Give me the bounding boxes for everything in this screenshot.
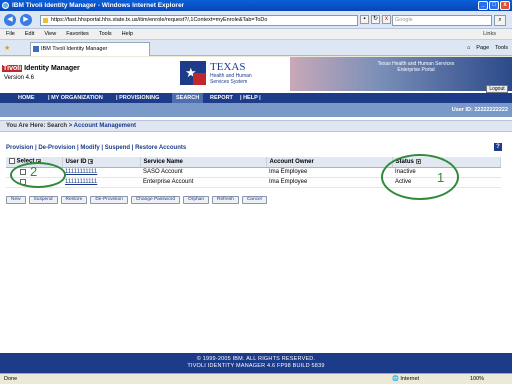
product-name: Tivoli Identity Manager [2, 65, 80, 72]
minimize-button[interactable]: _ [478, 1, 488, 10]
user-id-link[interactable]: 11111111111 [65, 169, 97, 175]
status-bar: Done 🌐 Internet 100% [0, 373, 512, 384]
window-title: IBM Tivoli Identity Manager - Windows In… [12, 2, 185, 9]
lock-icon [43, 18, 48, 23]
portal-header: Texas Health and Human Services Enterpri… [290, 57, 512, 91]
favorites-star-icon[interactable]: ★ [4, 44, 10, 52]
menu-view[interactable]: View [44, 29, 56, 39]
breadcrumb: You Are Here: Search > Account Managemen… [0, 120, 512, 132]
address-bar[interactable]: https://fast.hhsportal.hhs.state.tx.us/i… [40, 15, 358, 26]
menu-file[interactable]: File [6, 29, 15, 39]
search-icon[interactable]: ⌕ [494, 15, 506, 26]
refresh-icon[interactable]: ↻ [371, 15, 380, 24]
help-icon[interactable]: ? [494, 143, 502, 151]
banner: Tivoli Identity Manager Version 4.6 ★ TE… [0, 57, 512, 91]
tools-menu[interactable]: Tools [495, 43, 508, 53]
nav-search[interactable]: SEARCH [172, 93, 204, 103]
menu-favorites[interactable]: Favorites [66, 29, 89, 39]
account-actions[interactable]: Provision | De-Provision | Modify | Susp… [6, 145, 186, 151]
page-icon [33, 46, 39, 52]
page-menu[interactable]: Page [476, 43, 489, 53]
close-button[interactable]: x [500, 1, 510, 10]
de-provision-button[interactable]: De-Provision [90, 196, 128, 204]
user-id-bar: User ID: 22222222222 [0, 103, 512, 117]
product-title: Identity Manager [24, 65, 80, 72]
change-password-button[interactable]: Change Password [130, 196, 181, 204]
nav-my-organization[interactable]: | MY ORGANIZATION [44, 93, 107, 103]
portal-line-2: Enterprise Portal [397, 67, 435, 73]
main-nav: HOME | MY ORGANIZATION | PROVISIONING SE… [0, 85, 512, 103]
links-label[interactable]: Links [483, 29, 496, 40]
stop-icon[interactable]: x [382, 15, 391, 24]
select-all-checkbox[interactable] [9, 158, 15, 165]
product-version: Version 4.6 [4, 75, 35, 81]
tivoli-logo: Tivoli [2, 65, 23, 72]
service-name-cell: Enterprise Account [140, 177, 266, 188]
tab-title: IBM Tivoli Identity Manager [41, 46, 108, 52]
new-button[interactable]: New [6, 196, 26, 204]
nav-home[interactable]: HOME [14, 93, 39, 103]
nav-provisioning[interactable]: | PROVISIONING [112, 93, 163, 103]
annotation-number-2: 2 [30, 164, 38, 179]
restore-button[interactable]: Restore [60, 196, 88, 204]
ie-icon [2, 2, 9, 9]
zoom-level[interactable]: 100% [470, 374, 484, 384]
cancel-button[interactable]: Cancel [241, 196, 267, 204]
page-footer: © 1999-2005 IBM. ALL RIGHTS RESERVED. TI… [0, 353, 512, 373]
suspend-button[interactable]: Suspend [28, 196, 58, 204]
build-info: TIVOLI IDENTITY MANAGER 4.6 FP98 BUILD 5… [187, 363, 325, 369]
texas-title: TEXAS [210, 61, 246, 73]
maximize-button[interactable]: □ [489, 1, 499, 10]
nav-report[interactable]: REPORT [206, 93, 237, 103]
header-account-owner[interactable]: Account Owner [266, 157, 393, 168]
menu-tools[interactable]: Tools [99, 29, 112, 39]
annotation-number-1: 1 [437, 170, 445, 185]
service-name-cell: SASO Account [140, 167, 266, 178]
window-title-bar: IBM Tivoli Identity Manager - Windows In… [0, 0, 512, 11]
annotation-ellipse-select [10, 162, 66, 188]
security-icon[interactable]: ▪ [360, 15, 369, 24]
user-id-link[interactable]: 11111111111 [65, 179, 97, 185]
texas-hhs-logo: ★ TEXAS Health and Human Services System [180, 59, 290, 89]
texas-flag-icon: ★ [180, 61, 206, 85]
copyright: © 1999-2005 IBM. ALL RIGHTS RESERVED. [196, 356, 316, 362]
logout-button[interactable]: Logout [486, 85, 508, 93]
refresh-button[interactable]: Refresh [212, 196, 239, 204]
header-user-id[interactable]: User ID ▼ [62, 157, 141, 168]
search-input[interactable]: Google [392, 15, 492, 26]
annotation-ellipse-status [381, 154, 459, 200]
menu-help[interactable]: Help [122, 29, 133, 39]
menu-bar: File Edit View Favorites Tools Help [0, 29, 512, 40]
browser-tab[interactable]: IBM Tivoli Identity Manager [30, 42, 150, 56]
action-buttons: New Suspend Restore De-Provision Change … [6, 196, 267, 204]
account-owner-cell: Ima Employee [266, 177, 392, 188]
nav-help[interactable]: | HELP | [236, 93, 265, 103]
header-service-name[interactable]: Service Name [140, 157, 267, 168]
forward-button[interactable]: ▶ [20, 14, 32, 26]
page-content: Tivoli Identity Manager Version 4.6 ★ TE… [0, 57, 512, 373]
home-icon[interactable]: ⌂ [467, 43, 470, 53]
address-row: ◀ ▶ https://fast.hhsportal.hhs.state.tx.… [0, 11, 512, 29]
breadcrumb-prefix: You Are Here: Search > [6, 123, 73, 129]
texas-subtitle: Health and Human Services System [210, 73, 252, 85]
menu-edit[interactable]: Edit [25, 29, 34, 39]
account-owner-cell: Ima Employee [266, 167, 392, 178]
url-text: https://fast.hhsportal.hhs.state.tx.us/i… [51, 17, 268, 23]
internet-zone: 🌐 Internet [392, 376, 420, 382]
tab-row: ★ IBM Tivoli Identity Manager ⌂ Page Too… [0, 40, 512, 56]
back-button[interactable]: ◀ [4, 14, 16, 26]
orphan-button[interactable]: Orphan [183, 196, 210, 204]
status-text: Done [4, 376, 18, 382]
breadcrumb-current: Account Management [73, 123, 136, 129]
sort-icon[interactable]: ▼ [88, 158, 94, 164]
